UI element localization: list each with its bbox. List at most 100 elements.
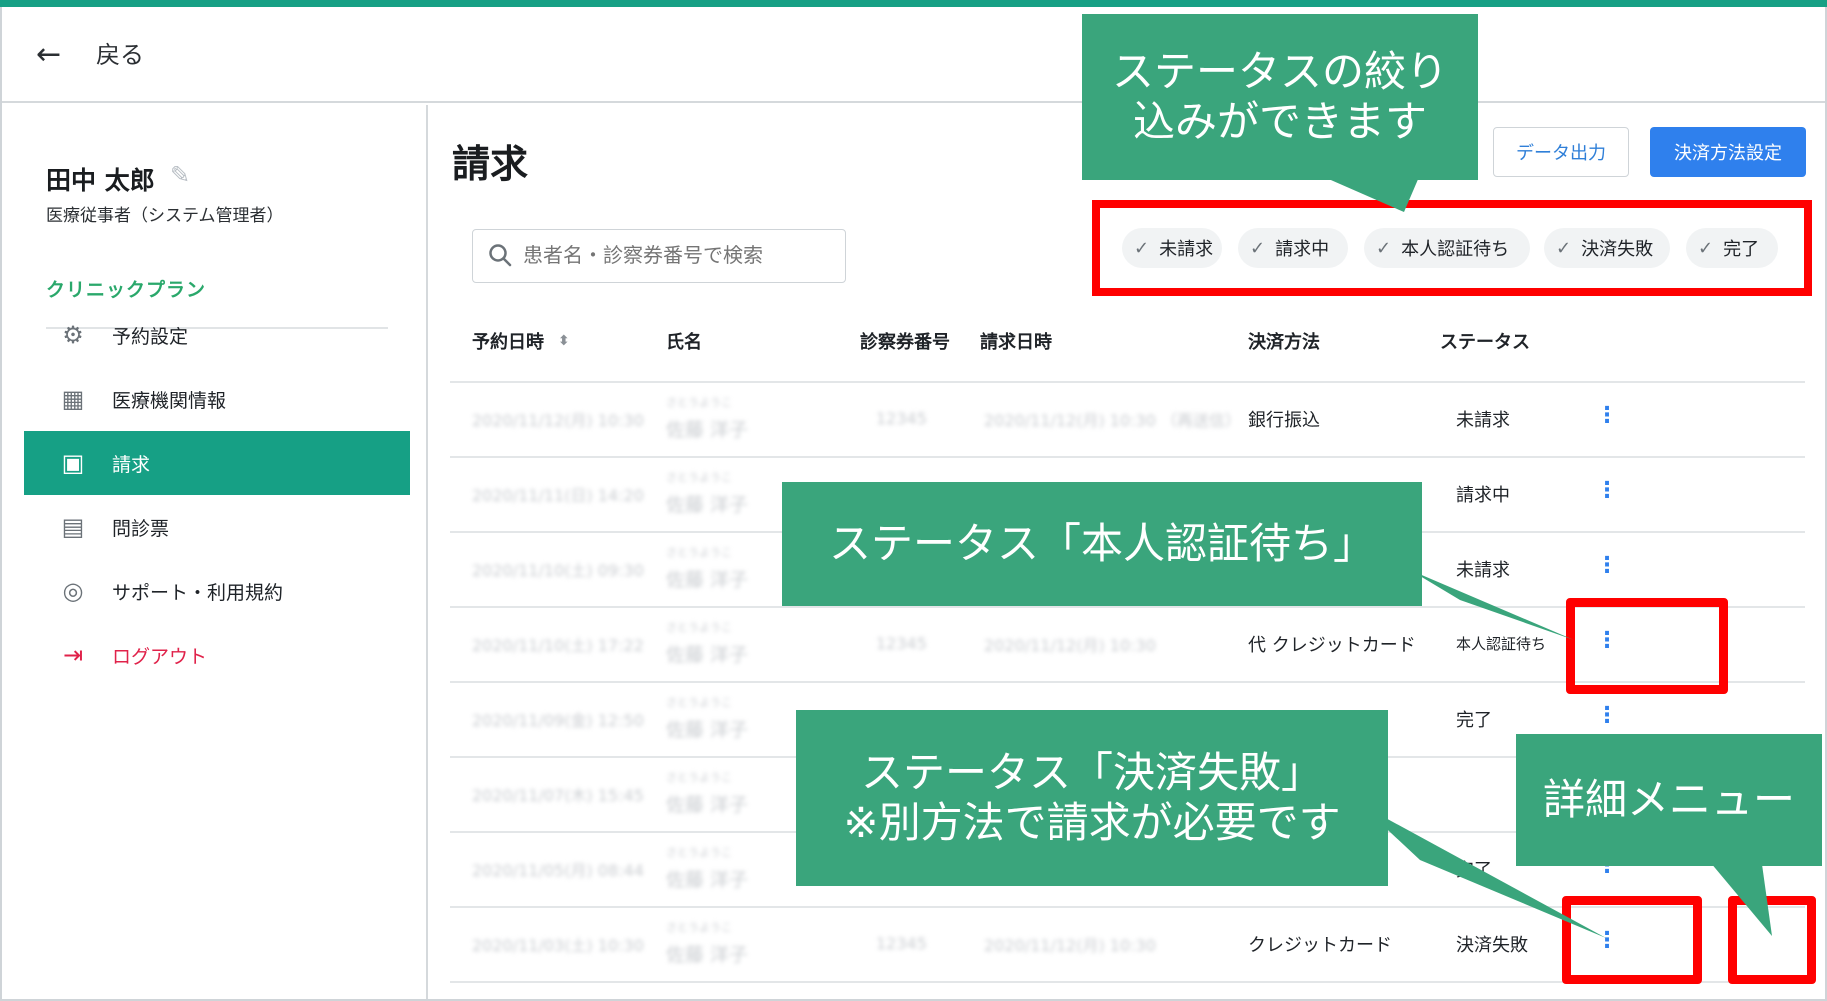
cell-name: 佐藤 洋子 bbox=[666, 793, 749, 816]
filter-chip-auth-pending[interactable]: ✓ 本人認証待ち bbox=[1364, 228, 1530, 268]
pencil-icon[interactable]: ✎ bbox=[170, 161, 190, 189]
clipboard-icon: ▤ bbox=[61, 513, 85, 541]
kebab-menu-icon[interactable]: ⋮ bbox=[1596, 553, 1618, 578]
export-button[interactable]: データ出力 bbox=[1493, 127, 1629, 177]
cell-name-kana: さとうようこ bbox=[666, 396, 732, 409]
column-header-status: ステータス bbox=[1440, 332, 1530, 353]
cell-appointment-date: 2020/11/03(土) 10:30 bbox=[472, 935, 644, 955]
sidebar-item-label: 医療機関情報 bbox=[112, 389, 227, 412]
filter-chip-billing[interactable]: ✓ 請求中 bbox=[1238, 228, 1348, 268]
user-role: 医療従事者（システム管理者） bbox=[46, 206, 284, 226]
column-header-date[interactable]: 予約日時 ⬍ bbox=[472, 301, 570, 381]
sort-icon[interactable]: ⬍ bbox=[558, 333, 570, 349]
cell-name: 佐藤 洋子 bbox=[666, 868, 749, 891]
logout-icon: ⇥ bbox=[62, 641, 84, 669]
sidebar-item-logout[interactable]: ⇥ ログアウト bbox=[24, 623, 410, 687]
sidebar-item-facility-info[interactable]: ▦ 医療機関情報 bbox=[24, 367, 410, 431]
user-name: 田中 太郎 bbox=[46, 166, 155, 195]
sidebar-item-reservation-settings[interactable]: ⚙ 予約設定 bbox=[24, 303, 410, 367]
sidebar-item-support[interactable]: ◎ サポート・利用規約 bbox=[24, 559, 410, 623]
check-icon: ✓ bbox=[1250, 237, 1266, 259]
sidebar-item-questionnaire[interactable]: ▤ 問診票 bbox=[24, 495, 410, 559]
cell-appointment-date: 2020/11/05(月) 08:44 bbox=[472, 860, 644, 880]
column-header-card: 診察券番号 bbox=[860, 332, 950, 353]
highlight-box-auth bbox=[1566, 598, 1728, 694]
cell-payment-method: クレジットカード bbox=[1248, 934, 1392, 956]
sidebar-item-label: 問診票 bbox=[112, 517, 170, 540]
filter-chip-payment-failed[interactable]: ✓ 決済失敗 bbox=[1544, 228, 1670, 268]
cell-status: 完了 bbox=[1456, 859, 1492, 881]
sidebar-item-billing[interactable]: ▣ 請求 bbox=[24, 431, 410, 495]
cell-name-kana: さとうようこ bbox=[666, 696, 732, 709]
callout-auth-pending: ステータス「本人認証待ち」 bbox=[782, 482, 1422, 606]
cell-payment-method: 代 クレジットカード bbox=[1248, 634, 1416, 656]
sidebar: 田中 太郎 ✎ 医療従事者（システム管理者） クリニックプラン ⚙ 予約設定 ▦… bbox=[2, 105, 428, 999]
cell-name: 佐藤 洋子 bbox=[666, 718, 749, 741]
cell-name: 佐藤 洋子 bbox=[666, 643, 749, 666]
back-bar bbox=[2, 7, 1825, 103]
callout-payment-failed: ステータス「決済失敗」 ※別方法で請求が必要です bbox=[796, 710, 1388, 886]
cell-name: 佐藤 洋子 bbox=[666, 943, 749, 966]
cell-status: 未請求 bbox=[1456, 409, 1510, 431]
sidebar-item-label: 請求 bbox=[112, 453, 151, 476]
cell-name-kana: さとうようこ bbox=[666, 546, 732, 559]
status-filter-chips: ✓ 未請求 ✓ 請求中 ✓ 本人認証待ち ✓ 決済失敗 ✓ 完了 bbox=[1092, 200, 1812, 296]
cell-status: 未請求 bbox=[1456, 559, 1510, 581]
check-icon: ✓ bbox=[1376, 237, 1392, 259]
cell-appointment-date: 2020/11/10(土) 17:22 bbox=[472, 635, 644, 655]
cell-status: 本人認証待ち bbox=[1456, 635, 1547, 653]
check-icon: ✓ bbox=[1556, 237, 1572, 259]
cell-name-kana: さとうようこ bbox=[666, 846, 732, 859]
building-icon: ▦ bbox=[61, 385, 85, 413]
callout-detail-menu: 詳細メニュー bbox=[1516, 734, 1822, 866]
back-button[interactable]: 戻る bbox=[96, 40, 144, 70]
kebab-menu-icon[interactable]: ⋮ bbox=[1596, 403, 1618, 428]
cell-appointment-date: 2020/11/12(月) 10:30 bbox=[472, 410, 644, 430]
column-header-billed: 請求日時 bbox=[980, 332, 1052, 353]
cell-billed-date: 2020/11/12(月) 10:30 bbox=[984, 935, 1156, 955]
sidebar-item-label: サポート・利用規約 bbox=[112, 581, 284, 604]
payment-settings-button[interactable]: 決済方法設定 bbox=[1650, 127, 1806, 177]
filter-chip-unbilled[interactable]: ✓ 未請求 bbox=[1122, 228, 1222, 268]
check-icon: ✓ bbox=[1134, 237, 1150, 259]
cell-appointment-date: 2020/11/10(土) 09:30 bbox=[472, 560, 644, 580]
cell-name: 佐藤 洋子 bbox=[666, 418, 749, 441]
cell-name-kana: さとうようこ bbox=[666, 771, 732, 784]
cell-payment-method: 銀行振込 bbox=[1248, 409, 1320, 431]
kebab-menu-icon[interactable]: ⋮ bbox=[1596, 478, 1618, 503]
search-icon bbox=[489, 244, 512, 267]
search-box[interactable] bbox=[472, 229, 846, 283]
kebab-menu-icon[interactable]: ⋮ bbox=[1596, 703, 1618, 728]
cell-status: 決済失敗 bbox=[1456, 934, 1528, 956]
cell-name: 佐藤 洋子 bbox=[666, 493, 749, 516]
cell-name-kana: さとうようこ bbox=[666, 471, 732, 484]
cell-card-number: 12345 bbox=[876, 634, 927, 653]
column-header-method: 決済方法 bbox=[1248, 332, 1320, 353]
plan-label[interactable]: クリニックプラン bbox=[46, 275, 206, 302]
callout-filter: ステータスの絞り 込みができます bbox=[1082, 14, 1478, 180]
highlight-box-failed bbox=[1562, 896, 1702, 984]
sidebar-item-label: 予約設定 bbox=[112, 325, 189, 348]
cell-status: 請求中 bbox=[1456, 484, 1510, 506]
search-input[interactable] bbox=[523, 232, 833, 278]
cell-name: 佐藤 洋子 bbox=[666, 568, 749, 591]
cell-name-kana: さとうようこ bbox=[666, 921, 732, 934]
column-header-name: 氏名 bbox=[666, 332, 702, 353]
cell-billed-date: 2020/11/12(月) 10:30 bbox=[984, 635, 1156, 655]
cell-name-kana: さとうようこ bbox=[666, 621, 732, 634]
gear-icon: ⚙ bbox=[62, 321, 84, 349]
filter-chip-completed[interactable]: ✓ 完了 bbox=[1686, 228, 1778, 268]
cell-card-number: 12345 bbox=[876, 409, 927, 428]
table-row[interactable]: 2020/11/12(月) 10:30 さとうようこ佐藤 洋子 12345 2020/… bbox=[450, 381, 1805, 456]
page-title: 請求 bbox=[452, 142, 529, 186]
highlight-box-menu bbox=[1728, 896, 1816, 984]
cell-appointment-date: 2020/11/11(日) 14:20 bbox=[472, 485, 644, 505]
lifebuoy-icon: ◎ bbox=[62, 577, 84, 605]
cell-appointment-date: 2020/11/07(木) 15:45 bbox=[472, 785, 644, 805]
sidebar-item-label: ログアウト bbox=[112, 645, 208, 668]
cell-billed-date: 2020/11/12(月) 10:30 （再送信） bbox=[984, 410, 1241, 430]
cell-card-number: 12345 bbox=[876, 934, 927, 953]
billing-icon: ▣ bbox=[61, 449, 85, 477]
top-accent-bar bbox=[0, 0, 1827, 7]
back-arrow-icon[interactable]: ← bbox=[36, 40, 61, 70]
